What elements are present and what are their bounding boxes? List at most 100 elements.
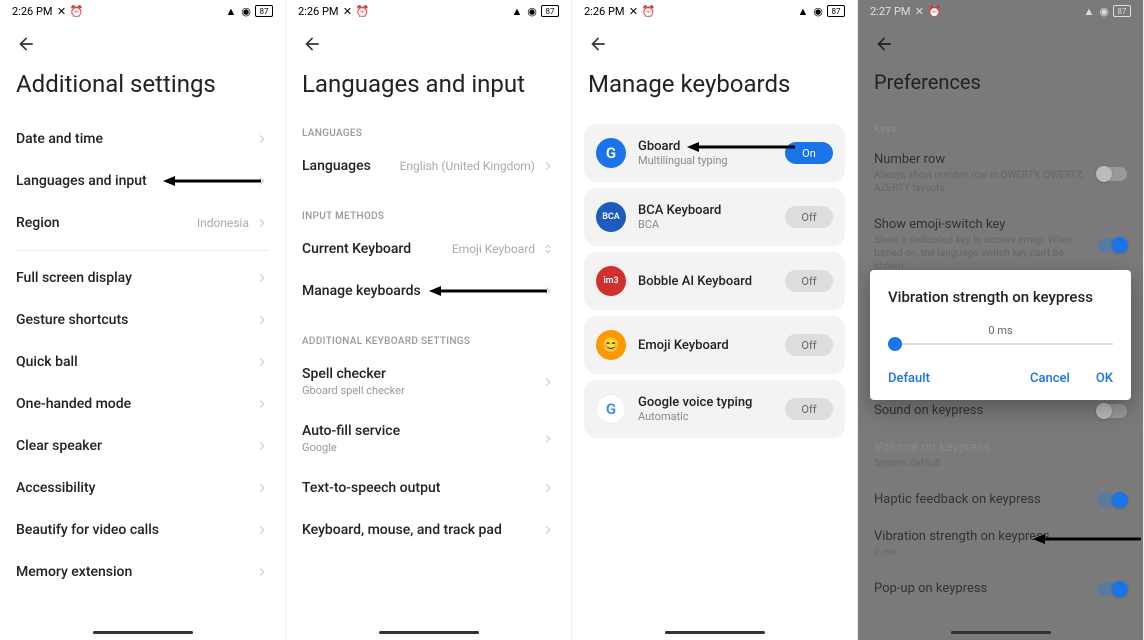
row-quick-ball[interactable]: Quick ball [0,341,285,383]
row-beautify-for-video-calls[interactable]: Beautify for video calls [0,509,285,551]
kb-name: Bobble AI Keyboard [638,274,773,289]
row-label: Memory extension [16,564,132,580]
toggle-switch[interactable] [1097,582,1127,596]
row-memory-extension[interactable]: Memory extension [0,551,285,593]
chevron-right-icon [255,355,269,369]
battery-icon: 87 [255,5,273,17]
keyboard-card-gboard[interactable]: G GboardMultilingual typing On [584,124,845,182]
vibration-slider[interactable] [888,343,1113,345]
row-clear-speaker[interactable]: Clear speaker [0,425,285,467]
pref-title: Volume on keypress [874,440,1117,455]
row-languages-and-input[interactable]: Languages and input [0,160,285,202]
chevron-right-icon [541,481,555,495]
signal-icon: ▲ [511,5,523,17]
kb-sub: Multilingual typing [638,154,773,167]
row-text-to-speech[interactable]: Text-to-speech output [286,467,571,509]
chevron-right-icon [255,481,269,495]
chevron-right-icon [541,159,555,173]
pref-title: Vibration strength on keypress [874,529,1117,544]
row-value: Emoji Keyboard [452,242,535,256]
nav-bar[interactable] [379,631,479,634]
row-popup-on-keypress[interactable]: Pop-up on keypress [858,570,1143,607]
signal-icon: ▲ [1083,5,1095,17]
alarm-icon: ⏰ [642,5,654,17]
chevron-right-icon [541,523,555,537]
section-additional-kb-settings: ADDITIONAL KEYBOARD SETTINGS [286,326,571,353]
toggle-switch[interactable] [1097,167,1127,181]
keyboard-toggle[interactable]: Off [785,398,833,420]
row-label: Manage keyboards [302,283,421,299]
default-button[interactable]: Default [888,371,930,386]
row-label: Accessibility [16,480,95,496]
annotation-arrow [163,174,263,188]
row-region[interactable]: Region Indonesia [0,202,285,244]
toggle-switch[interactable] [1097,238,1127,252]
battery-icon: 87 [541,5,559,17]
row-label: Beautify for video calls [16,522,159,538]
row-volume-on-keypress[interactable]: Volume on keypressSystem default [858,429,1143,481]
dnd-icon: ✕ [55,5,67,17]
keyboard-toggle[interactable]: On [785,142,833,164]
emoji-icon: 😊 [596,330,626,360]
dnd-icon: ✕ [341,5,353,17]
ok-button[interactable]: OK [1096,371,1113,386]
row-haptic-feedback[interactable]: Haptic feedback on keypress [858,481,1143,518]
toggle-switch[interactable] [1097,404,1127,418]
battery-icon: 87 [827,5,845,17]
wifi-icon: ◉ [1098,5,1110,17]
row-full-screen-display[interactable]: Full screen display [0,257,285,299]
row-spell-checker[interactable]: Spell checkerGboard spell checker [286,353,571,410]
keyboard-card-emoji[interactable]: 😊 Emoji Keyboard Off [584,316,845,374]
slider-thumb[interactable] [888,337,902,351]
bobble-icon: im3 [596,266,626,296]
back-button[interactable] [572,22,857,62]
row-one-handed-mode[interactable]: One-handed mode [0,383,285,425]
back-arrow-icon [874,34,894,54]
row-current-keyboard[interactable]: Current Keyboard Emoji Keyboard [286,228,571,270]
kb-name: Google voice typing [638,395,773,410]
page-title: Languages and input [286,62,571,118]
row-label: Quick ball [16,354,78,370]
nav-bar[interactable] [951,631,1051,634]
row-manage-keyboards[interactable]: Manage keyboards [286,270,571,312]
back-button[interactable] [858,22,1143,62]
back-arrow-icon [302,34,322,54]
chevron-right-icon [255,313,269,327]
wifi-icon: ◉ [526,5,538,17]
row-keyboard-mouse-trackpad[interactable]: Keyboard, mouse, and track pad [286,509,571,551]
keyboard-toggle[interactable]: Off [785,334,833,356]
nav-bar[interactable] [665,631,765,634]
alarm-icon: ⏰ [928,5,940,17]
row-label: Text-to-speech output [302,480,440,496]
row-date-and-time[interactable]: Date and time [0,118,285,160]
chevron-right-icon [255,216,269,230]
dialog-title: Vibration strength on keypress [888,288,1113,306]
status-time: 2:26 PM [584,5,624,18]
keyboard-toggle[interactable]: Off [785,206,833,228]
row-value: English (United Kingdom) [400,159,535,173]
back-button[interactable] [286,22,571,62]
pref-title: Pop-up on keypress [874,581,987,596]
row-auto-fill-service[interactable]: Auto-fill serviceGoogle [286,410,571,467]
row-label: Languages and input [16,173,147,189]
row-accessibility[interactable]: Accessibility [0,467,285,509]
keyboard-toggle[interactable]: Off [785,270,833,292]
row-label: Keyboard, mouse, and track pad [302,522,502,538]
row-number-row[interactable]: Number rowAlways show number row in QWER… [858,141,1143,206]
pref-sub: Show a dedicated key to access emoji. Wh… [874,234,1087,273]
toggle-switch[interactable] [1097,493,1127,507]
pref-title: Show emoji-switch key [874,217,1087,232]
keyboard-card-bca[interactable]: BCA BCA KeyboardBCA Off [584,188,845,246]
nav-bar[interactable] [93,631,193,634]
keyboard-card-google-voice[interactable]: G Google voice typingAutomatic Off [584,380,845,438]
row-languages[interactable]: Languages English (United Kingdom) [286,145,571,187]
back-button[interactable] [0,22,285,62]
row-gesture-shortcuts[interactable]: Gesture shortcuts [0,299,285,341]
row-label: Current Keyboard [302,241,411,257]
chevron-right-icon [541,375,555,389]
keyboard-card-bobble[interactable]: im3 Bobble AI Keyboard Off [584,252,845,310]
dnd-icon: ✕ [913,5,925,17]
row-vibration-strength[interactable]: Vibration strength on keypress0 ms [858,518,1143,570]
cancel-button[interactable]: Cancel [1030,371,1070,386]
chevron-right-icon [255,439,269,453]
